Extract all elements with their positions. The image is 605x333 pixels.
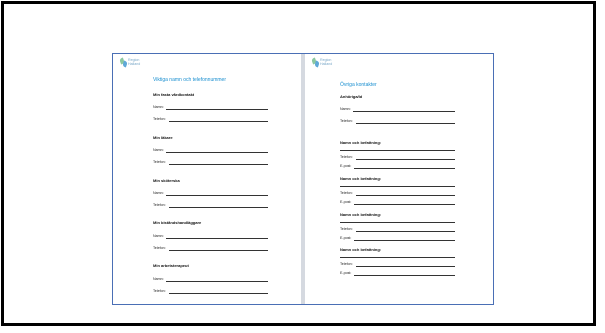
document-spread: Region Halland Viktiga namn och telefonn… bbox=[112, 53, 494, 305]
fill-line bbox=[166, 195, 268, 196]
fill-line bbox=[166, 152, 268, 153]
section-heading: Min fasta vårdkontakt bbox=[153, 92, 195, 97]
field-label: Namn: bbox=[153, 148, 164, 152]
field-label: Telefon: bbox=[153, 117, 166, 121]
region-logo: Region Halland bbox=[311, 57, 333, 68]
field-label: E-post: bbox=[340, 271, 352, 275]
fill-line bbox=[356, 266, 455, 267]
field-label: E-post: bbox=[340, 164, 352, 168]
fill-line bbox=[169, 293, 268, 294]
fill-line bbox=[340, 257, 455, 258]
field-label: Namn: bbox=[153, 277, 164, 281]
section-heading: Namn och befattning: bbox=[340, 140, 382, 145]
field-label: Telefon: bbox=[340, 191, 353, 195]
fill-line bbox=[356, 195, 455, 196]
left-page: Region Halland Viktiga namn och telefonn… bbox=[113, 54, 301, 304]
page-title: Övriga kontakter bbox=[340, 82, 377, 88]
right-page: Region Halland Övriga kontakter Anhöriga… bbox=[305, 54, 493, 304]
fill-line bbox=[356, 231, 455, 232]
section-heading: Min arbetsterapeut bbox=[153, 263, 189, 268]
fill-line bbox=[169, 250, 268, 251]
fill-line bbox=[166, 281, 268, 282]
section-heading: Min läkare bbox=[153, 135, 173, 140]
field-label: Telefon: bbox=[340, 119, 353, 123]
field-label: Telefon: bbox=[153, 246, 166, 250]
fill-line bbox=[166, 238, 268, 239]
field-label: Telefon: bbox=[340, 155, 353, 159]
leaf-logo-icon bbox=[119, 57, 128, 68]
fill-line bbox=[354, 168, 455, 169]
fill-line bbox=[354, 204, 455, 205]
fill-line bbox=[356, 123, 455, 124]
logo-line-2: Halland bbox=[128, 62, 141, 66]
field-label: Namn: bbox=[340, 107, 351, 111]
section-heading: Anhöriga/Id bbox=[340, 94, 363, 99]
fill-line bbox=[353, 111, 455, 112]
section-heading: Namn och befattning: bbox=[340, 176, 382, 181]
fill-line bbox=[356, 159, 455, 160]
field-label: Namn: bbox=[153, 191, 164, 195]
field-label: Namn: bbox=[153, 105, 164, 109]
fill-line bbox=[169, 164, 268, 165]
field-label: Telefon: bbox=[153, 203, 166, 207]
fill-line bbox=[166, 109, 268, 110]
field-label: Telefon: bbox=[340, 227, 353, 231]
field-label: Telefon: bbox=[340, 262, 353, 266]
field-label: E-post: bbox=[340, 200, 352, 204]
fill-line bbox=[340, 222, 455, 223]
section-heading: Min sköterska bbox=[153, 178, 180, 183]
fill-line bbox=[340, 150, 455, 151]
field-label: E-post: bbox=[340, 236, 352, 240]
field-label: Namn: bbox=[153, 234, 164, 238]
section-heading: Min biståndshandläggare bbox=[153, 220, 202, 225]
viewer-frame: Region Halland Viktiga namn och telefonn… bbox=[1, 1, 596, 326]
leaf-logo-icon bbox=[311, 57, 320, 68]
logo-line-2: Halland bbox=[320, 62, 333, 66]
fill-line bbox=[169, 121, 268, 122]
fill-line bbox=[354, 275, 455, 276]
section-heading: Namn och befattning: bbox=[340, 212, 382, 217]
page-title: Viktiga namn och telefonnummer bbox=[153, 77, 227, 83]
region-logo: Region Halland bbox=[119, 57, 141, 68]
fill-line bbox=[340, 186, 455, 187]
section-heading: Namn och befattning: bbox=[340, 247, 382, 252]
fill-line bbox=[354, 240, 455, 241]
field-label: Telefon: bbox=[153, 289, 166, 293]
fill-line bbox=[169, 207, 268, 208]
field-label: Telefon: bbox=[153, 160, 166, 164]
